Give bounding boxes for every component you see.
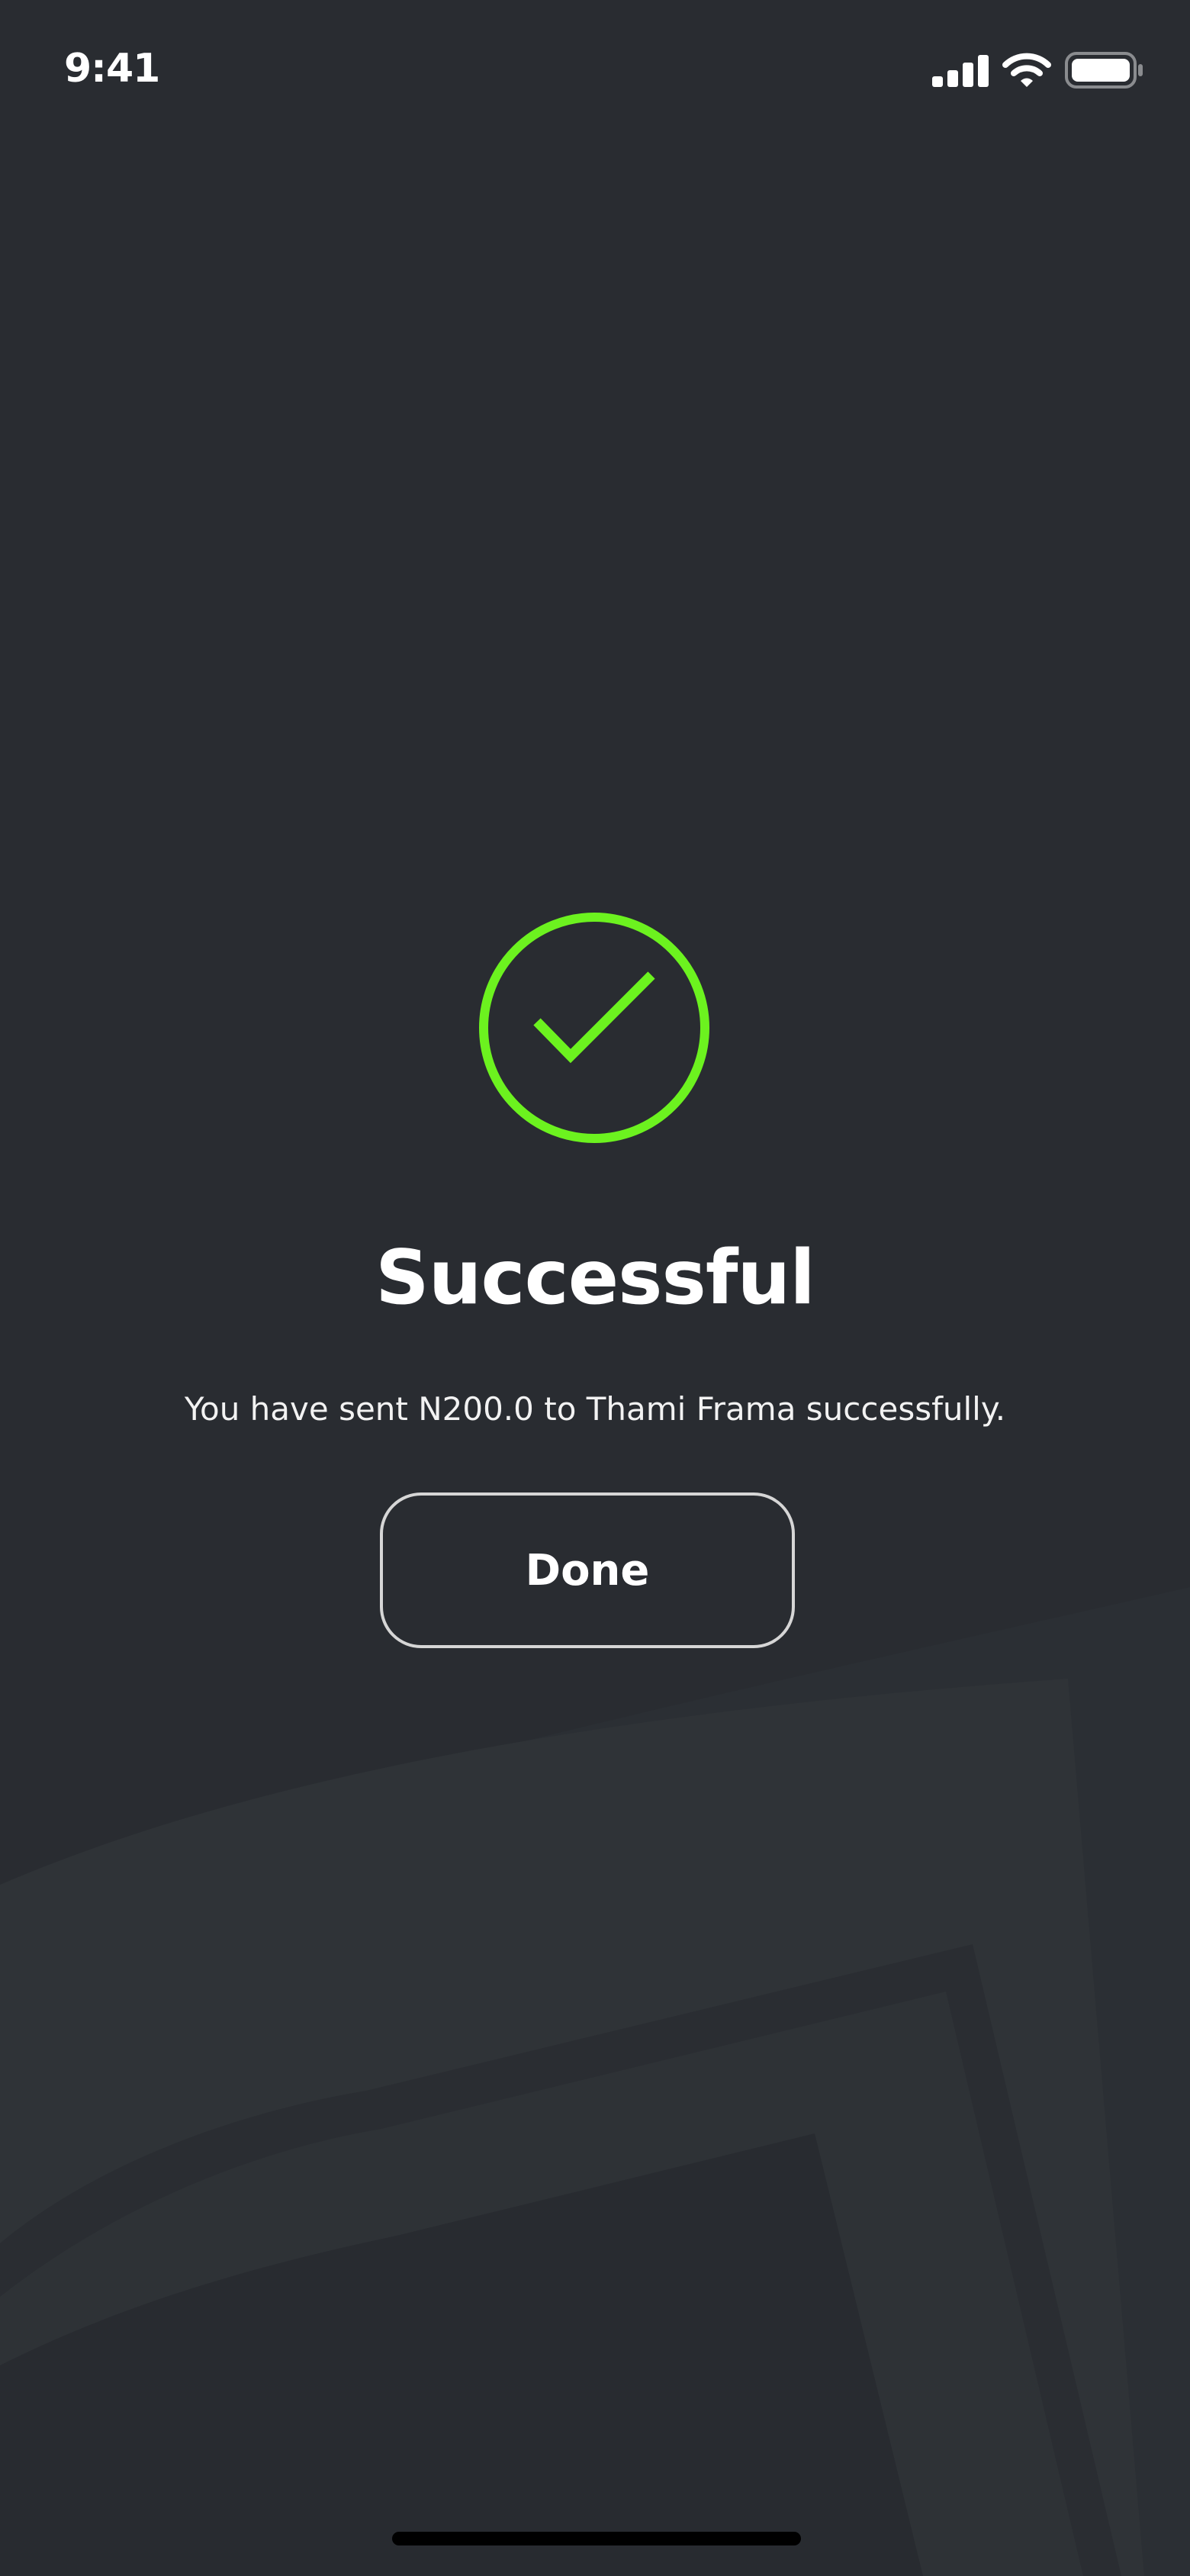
cellular-signal-icon [932,55,989,87]
battery-icon [1065,52,1143,89]
checkmark-circle-icon [479,913,709,1143]
wifi-icon [1002,53,1051,87]
status-icons [932,47,1144,93]
payment-success-screen: 9:41 Successful You have sent N200.0 to … [0,0,1190,2576]
status-time: 9:41 [64,46,160,92]
done-button[interactable]: Done [380,1492,795,1648]
home-indicator [392,2532,801,2545]
success-title: Successful [375,1235,815,1322]
success-message: You have sent N200.0 to Thami Frama succ… [184,1390,1006,1428]
